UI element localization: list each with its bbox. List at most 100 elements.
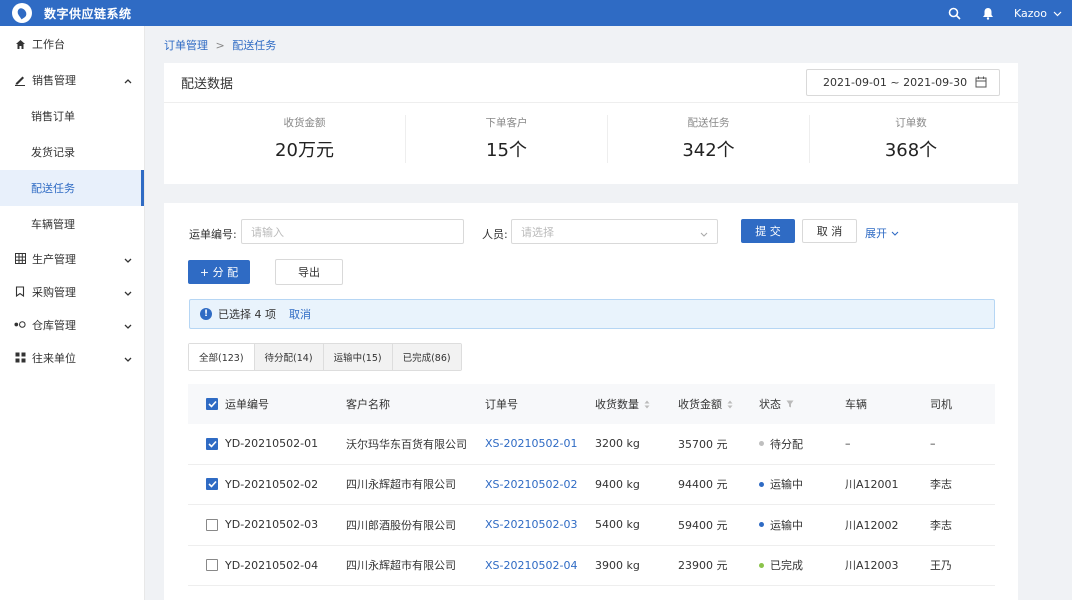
select-all-checkbox[interactable] [206, 398, 218, 410]
stat-orders: 订单数 368个 [810, 115, 1012, 163]
cell-customer: 四川郎酒股份有限公司 [346, 518, 456, 532]
breadcrumb: 订单管理 > 配送任务 [164, 37, 280, 53]
cell-quantity: 3200 kg [595, 437, 640, 451]
header-label: 收货金额 [678, 398, 722, 411]
date-range-picker[interactable]: 2021-09-01 ~ 2021-09-30 [806, 69, 1000, 96]
header-label: 状态 [759, 398, 781, 411]
breadcrumb-separator: > [215, 39, 225, 52]
search-icon[interactable] [946, 5, 962, 21]
waybill-number: YD-20210502-04 [225, 558, 319, 572]
cell-waybill: YD-20210502-03 [188, 518, 346, 531]
bookmark-icon [14, 286, 26, 298]
sidebar-item-label: 发货记录 [31, 146, 75, 159]
table-header: 运单编号 客户名称 订单号 收货数量 收货金额 状态 车辆 司机 [188, 384, 995, 424]
header-waybill: 运单编号 [188, 396, 346, 412]
bell-icon[interactable] [980, 5, 996, 21]
sidebar-item-label: 仓库管理 [32, 318, 76, 332]
order-link[interactable]: XS-20210502-01 [485, 437, 595, 450]
task-list-card: 运单编号: 请输入 人员: 请选择 提 交 取 消 展开 + 分 配 导出 ! … [164, 203, 1018, 600]
table-row[interactable]: YD-20210502-03 四川郎酒股份有限公司 XS-20210502-03 54… [188, 505, 995, 546]
table-row[interactable]: YD-20210502-04 四川永辉超市有限公司 XS-20210502-04 39… [188, 546, 995, 586]
order-link[interactable]: XS-20210502-02 [485, 478, 595, 491]
stat-label: 收货金额 [283, 117, 326, 129]
cell-status: 待分配 [759, 436, 845, 452]
chevron-down-icon[interactable] [1053, 7, 1062, 20]
breadcrumb-parent[interactable]: 订单管理 [164, 39, 208, 52]
header-customer: 客户名称 [346, 398, 390, 411]
cell-quantity: 9400 kg [595, 477, 640, 491]
header-label: 运单编号 [225, 398, 269, 411]
row-checkbox[interactable] [206, 478, 218, 491]
status-text: 运输中 [770, 518, 803, 532]
expand-toggle[interactable]: 展开 [865, 225, 899, 241]
stat-delivery-tasks: 配送任务 342个 [608, 115, 810, 163]
sidebar-item-partners[interactable]: 往来单位 [0, 341, 144, 374]
waybill-placeholder: 请输入 [251, 225, 284, 239]
filter-icon[interactable] [786, 398, 794, 411]
waybill-label: 运单编号: [189, 228, 237, 241]
clear-selection-link[interactable]: 取消 [289, 306, 311, 322]
sidebar-item-shipping-records[interactable]: 发货记录 [0, 134, 144, 170]
cell-amount: 23900 元 [678, 559, 728, 573]
tab-completed[interactable]: 已完成(86) [392, 344, 461, 370]
tab-pending[interactable]: 待分配(14) [254, 344, 324, 370]
table-row[interactable]: YD-20210502-02 四川永辉超市有限公司 XS-20210502-02 94… [188, 465, 995, 505]
row-checkbox[interactable] [206, 559, 218, 572]
delivery-table: 运单编号 客户名称 订单号 收货数量 收货金额 状态 车辆 司机 YD-2021… [188, 384, 995, 586]
person-placeholder: 请选择 [521, 225, 554, 239]
chevron-down-icon [124, 287, 132, 300]
stat-received-amount: 收货金额 20万元 [204, 115, 406, 163]
sidebar-item-sales-orders[interactable]: 销售订单 [0, 98, 144, 134]
apps-icon [14, 352, 26, 364]
table-row[interactable]: YD-20210502-01 沃尔玛华东百货有限公司 XS-20210502-01 3… [188, 424, 995, 465]
sidebar-item-sales[interactable]: 销售管理 [0, 62, 144, 98]
status-dot [759, 562, 764, 568]
cell-waybill: YD-20210502-02 [188, 478, 346, 491]
chevron-down-icon [700, 228, 708, 241]
cell-vehicle: – [845, 437, 851, 451]
waybill-number: YD-20210502-01 [225, 437, 319, 451]
calendar-icon [975, 76, 987, 91]
sidebar-item-workbench[interactable]: 工作台 [0, 26, 144, 62]
sidebar-item-label: 销售订单 [31, 110, 75, 123]
sort-icon[interactable] [644, 400, 650, 409]
tab-all[interactable]: 全部(123) [189, 344, 255, 370]
header-amount: 收货金额 [678, 396, 759, 412]
status-text: 运输中 [770, 478, 803, 492]
app-title: 数字供应链系统 [44, 6, 132, 21]
person-select[interactable]: 请选择 [511, 219, 718, 244]
sidebar-item-delivery-tasks[interactable]: 配送任务 [0, 170, 144, 206]
waybill-input[interactable]: 请输入 [241, 219, 464, 244]
order-link[interactable]: XS-20210502-03 [485, 518, 595, 531]
chevron-down-icon [124, 320, 132, 333]
order-link[interactable]: XS-20210502-04 [485, 559, 595, 572]
cell-driver: 王乃 [930, 559, 952, 573]
sidebar-item-label: 生产管理 [32, 252, 76, 266]
cell-driver: 李志 [930, 518, 952, 532]
sort-icon[interactable] [727, 400, 733, 409]
export-button[interactable]: 导出 [275, 259, 343, 285]
top-right-area: Kazoo [946, 0, 1072, 26]
tab-in-transit[interactable]: 运输中(15) [323, 344, 393, 370]
assign-button[interactable]: + 分 配 [188, 260, 250, 284]
status-text: 已完成 [770, 559, 803, 573]
chevron-down-icon [124, 353, 132, 366]
cancel-button[interactable]: 取 消 [802, 219, 857, 243]
status-dot [759, 481, 764, 487]
cell-vehicle: 川A12002 [845, 518, 899, 532]
sidebar-item-vehicle-management[interactable]: 车辆管理 [0, 206, 144, 242]
user-name[interactable]: Kazoo [1014, 7, 1047, 20]
stat-value: 20万元 [275, 140, 334, 161]
sidebar-item-label: 销售管理 [32, 74, 76, 87]
toggle-icon [14, 319, 26, 331]
row-checkbox[interactable] [206, 518, 218, 531]
sidebar-item-purchasing[interactable]: 采购管理 [0, 275, 144, 308]
status-dot [759, 441, 764, 447]
grid-icon [14, 253, 26, 265]
sidebar-item-warehouse[interactable]: 仓库管理 [0, 308, 144, 341]
cell-status: 运输中 [759, 476, 845, 492]
sidebar-item-production[interactable]: 生产管理 [0, 242, 144, 275]
submit-button[interactable]: 提 交 [741, 219, 795, 243]
row-checkbox[interactable] [206, 437, 218, 450]
stat-value: 15个 [486, 140, 527, 161]
